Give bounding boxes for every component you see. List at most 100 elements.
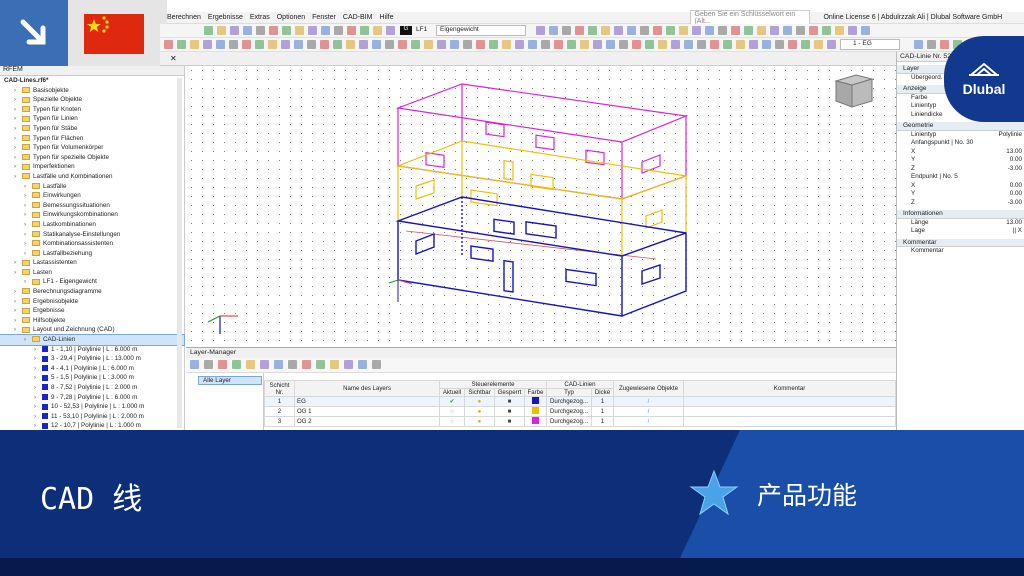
layer-tool-icon[interactable] — [288, 360, 297, 369]
nav-tree-item[interactable]: › Lastfallbeziehung — [0, 249, 184, 259]
layer-row[interactable]: 2 OG 1 ○ ● ■ Durchgezog... 1/ — [264, 406, 896, 417]
toolbar-tool-icon[interactable] — [749, 40, 758, 49]
toolbar-tool-icon[interactable] — [360, 26, 369, 35]
toolbar-tool-icon[interactable] — [294, 40, 303, 49]
menu-item[interactable]: Hilfe — [379, 14, 393, 21]
line-type[interactable]: Durchgezog... — [546, 396, 592, 407]
toolbar-tool-icon[interactable] — [230, 26, 239, 35]
toolbar-tool-icon[interactable] — [295, 26, 304, 35]
property-row[interactable]: Y 0.00 — [897, 156, 1024, 165]
toolbar-tool-icon[interactable] — [723, 40, 732, 49]
toolbar-tool-icon[interactable] — [320, 40, 329, 49]
visible-bulb-icon[interactable]: ● — [464, 396, 495, 407]
nav-tree-item[interactable]: › Einwirkungskombinationen — [0, 210, 184, 220]
nav-tree-item[interactable]: › Einwirkungen — [0, 191, 184, 201]
toolbar-tool-icon[interactable] — [334, 26, 343, 35]
load-case-select[interactable]: Eigengewicht — [436, 25, 526, 36]
nav-tree-item[interactable]: › CAD-Linien — [0, 334, 185, 346]
toolbar-tool-icon[interactable] — [549, 26, 558, 35]
layer-tool-icon[interactable] — [218, 360, 227, 369]
toolbar-tool-icon[interactable] — [373, 26, 382, 35]
active-radio[interactable]: ○ — [439, 416, 465, 427]
toolbar-tool-icon[interactable] — [731, 26, 740, 35]
toolbar-tool-icon[interactable] — [398, 40, 407, 49]
all-layers-item[interactable]: Alle Layer — [198, 376, 262, 385]
property-row[interactable]: Endpunkt | No. 5 — [897, 173, 1024, 182]
toolbar-tool-icon[interactable] — [671, 40, 680, 49]
property-row[interactable]: Lage || X — [897, 227, 1024, 236]
toolbar-tool-icon[interactable] — [757, 26, 766, 35]
toolbar-tool-icon[interactable] — [632, 40, 641, 49]
toolbar-tool-icon[interactable] — [164, 40, 173, 49]
toolbar-tool-icon[interactable] — [718, 26, 727, 35]
layer-tool-icon[interactable] — [372, 360, 381, 369]
toolbar-tool-icon[interactable] — [386, 26, 395, 35]
layer-tool-icon[interactable] — [232, 360, 241, 369]
line-thickness[interactable]: 1 — [591, 396, 614, 407]
toolbar-tool-icon[interactable] — [347, 26, 356, 35]
toolbar-tool-icon[interactable] — [619, 40, 628, 49]
toolbar-tool-icon[interactable] — [593, 40, 602, 49]
toolbar-tool-icon[interactable] — [190, 40, 199, 49]
lock-icon[interactable]: ■ — [494, 396, 525, 407]
nav-tree-item[interactable]: › Typen für Knoten — [0, 105, 184, 115]
layer-tool-icon[interactable] — [204, 360, 213, 369]
toolbar-tool-icon[interactable] — [658, 40, 667, 49]
toolbar-tool-icon[interactable] — [775, 40, 784, 49]
nav-tree-item[interactable]: › 3 - 29,4 | Polylinie | L : 13.000 m — [0, 354, 184, 364]
layer-color-swatch[interactable] — [524, 406, 547, 417]
toolbar-tool-icon[interactable] — [204, 26, 213, 35]
assign-objects-icon[interactable]: / — [613, 406, 684, 417]
nav-tree-item[interactable]: › 8 - 7,52 | Polylinie | L : 2.000 m — [0, 383, 184, 393]
toolbar-tool-icon[interactable] — [679, 26, 688, 35]
assign-objects-icon[interactable]: / — [613, 416, 684, 427]
toolbar-tool-icon[interactable] — [216, 40, 225, 49]
nav-tree-item[interactable]: › 11 - 53,10 | Polylinie | L : 2.000 m — [0, 412, 184, 422]
toolbar-tool-icon[interactable] — [562, 26, 571, 35]
view-cube-icon[interactable] — [832, 71, 876, 109]
toolbar-tool-icon[interactable] — [242, 40, 251, 49]
toolbar-tool-icon[interactable] — [437, 40, 446, 49]
menu-item[interactable]: CAD-BIM — [343, 14, 373, 21]
toolbar-tool-icon[interactable] — [861, 26, 870, 35]
nav-tree-item[interactable]: › 1 - 1,10 | Polylinie | L : 6.000 m — [0, 345, 184, 355]
layer-comment[interactable] — [683, 416, 896, 427]
toolbar-tool-icon[interactable] — [359, 40, 368, 49]
toolbar-tool-icon[interactable] — [653, 26, 662, 35]
toolbar-tool-icon[interactable] — [333, 40, 342, 49]
menu-item[interactable]: Ergebnisse — [208, 14, 243, 21]
toolbar-tool-icon[interactable] — [848, 26, 857, 35]
toolbar-tool-icon[interactable] — [554, 40, 563, 49]
toolbar-tool-icon[interactable] — [640, 26, 649, 35]
toolbar-tool-icon[interactable] — [346, 40, 355, 49]
toolbar-tool-icon[interactable] — [528, 40, 537, 49]
toolbar-tool-icon[interactable] — [927, 40, 936, 49]
nav-tree-item[interactable]: › Lastfälle und Kombinationen — [0, 172, 184, 182]
nav-tree-item[interactable]: › 4 - 4,1 | Polylinie | L : 6.000 m — [0, 364, 184, 374]
nav-tree-item[interactable]: › Lastfälle — [0, 182, 184, 192]
nav-tree-item[interactable]: › Ergebnisobjekte — [0, 297, 184, 307]
property-row[interactable]: Linientyp Polylinie — [897, 131, 1024, 140]
nav-tree-item[interactable]: › Layout und Zeichnung (CAD) — [0, 325, 184, 335]
toolbar-tool-icon[interactable] — [177, 40, 186, 49]
visible-bulb-icon[interactable]: ● — [464, 406, 495, 417]
toolbar-tool-icon[interactable] — [243, 26, 252, 35]
toolbar-tool-icon[interactable] — [788, 40, 797, 49]
nav-tree-item[interactable]: › Statikanalyse-Einstellungen — [0, 230, 184, 240]
nav-tree-item[interactable]: › Kombinationsassistenten — [0, 239, 184, 249]
property-row[interactable]: X 0.00 — [897, 182, 1024, 191]
toolbar-tool-icon[interactable] — [308, 26, 317, 35]
toolbar-tool-icon[interactable] — [450, 40, 459, 49]
toolbar-tool-icon[interactable] — [692, 26, 701, 35]
menu-item[interactable]: Extras — [250, 14, 270, 21]
property-row[interactable]: Anfangspunkt | No. 30 — [897, 139, 1024, 148]
menu-item[interactable]: Optionen — [277, 14, 305, 21]
toolbar-tool-icon[interactable] — [321, 26, 330, 35]
toolbar-tool-icon[interactable] — [588, 26, 597, 35]
nav-tree-item[interactable]: › Typen für Volumenkörper — [0, 143, 184, 153]
nav-tree-item[interactable]: › Typen für spezielle Objekte — [0, 153, 184, 163]
toolbar-tool-icon[interactable] — [385, 40, 394, 49]
nav-tree-item[interactable]: › Lastkombinationen — [0, 220, 184, 230]
toolbar-tool-icon[interactable] — [424, 40, 433, 49]
toolbar-tool-icon[interactable] — [822, 26, 831, 35]
